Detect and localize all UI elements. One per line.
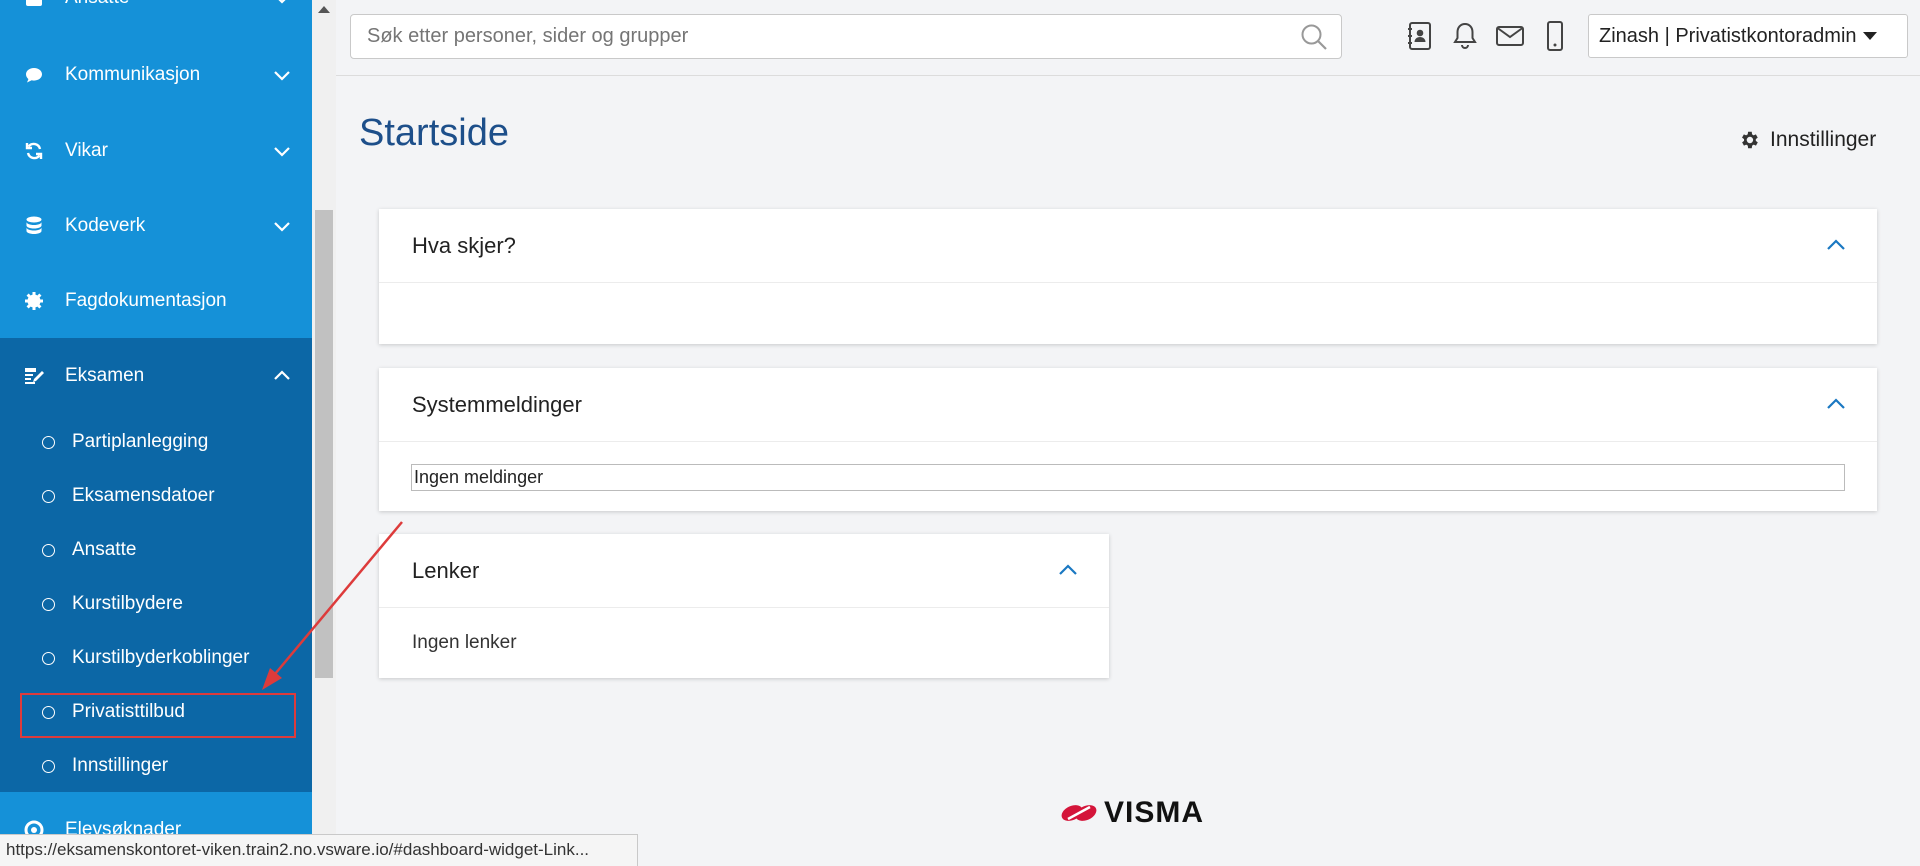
widget-hva-skjer: Hva skjer? (379, 209, 1877, 344)
contacts-book-icon[interactable] (1404, 19, 1436, 53)
search-icon[interactable] (1300, 23, 1328, 51)
circle-bullet-icon (42, 759, 55, 773)
sidebar-subitem-label: Kurstilbydere (72, 593, 183, 614)
gear-icon (1742, 131, 1758, 149)
sidebar-item-label: Eksamen (65, 364, 145, 386)
circle-bullet-icon (42, 435, 55, 449)
sidebar-subitem-partiplanlegging[interactable]: Partiplanlegging (0, 415, 312, 469)
chevron-up-icon[interactable] (1057, 562, 1079, 578)
mobile-phone-icon[interactable] (1539, 19, 1571, 53)
chevron-down-icon (274, 70, 290, 81)
circle-bullet-icon (42, 543, 55, 557)
annotation-highlight-box (20, 693, 296, 738)
search-input[interactable] (350, 14, 1342, 59)
sidebar-subitem-label: Ansatte (72, 539, 137, 560)
sidebar-item-label: Kodeverk (65, 214, 146, 236)
sidebar-item-label: Ansatte (65, 0, 129, 9)
sidebar-subitem-kurstilbydere[interactable]: Kurstilbydere (0, 577, 312, 631)
page-title: Startside (359, 112, 509, 154)
sidebar-item-eksamen[interactable]: Eksamen (0, 338, 312, 413)
circle-bullet-icon (42, 651, 55, 665)
edit-document-icon (22, 364, 46, 388)
widget-systemmeldinger: Systemmeldinger Ingen meldinger (379, 368, 1877, 511)
widget-title: Lenker (412, 558, 480, 583)
sidebar-subitem-label: Partiplanlegging (72, 431, 209, 452)
refresh-icon (22, 139, 46, 163)
sidebar-item-label: Vikar (65, 139, 108, 161)
mail-icon[interactable] (1494, 19, 1526, 53)
settings-label: Innstillinger (1770, 128, 1877, 151)
sidebar-subitem-label: Kurstilbyderkoblinger (72, 647, 250, 668)
sidebar-item-fagdokumentasjon[interactable]: Fagdokumentasjon (0, 263, 312, 338)
chevron-down-icon (278, 0, 286, 4)
sidebar-subitem-eksamensdatoer[interactable]: Eksamensdatoer (0, 469, 312, 523)
widget-header: Systemmeldinger (379, 368, 1877, 442)
circle-bullet-icon (42, 597, 55, 611)
visma-logo-text: VISMA (1104, 796, 1205, 829)
sidebar-item-kommunikasjon[interactable]: Kommunikasjon (0, 37, 312, 112)
widget-header: Lenker (379, 534, 1109, 608)
circle-bullet-icon (42, 489, 55, 503)
widget-lenker: Lenker Ingen lenker (379, 534, 1109, 678)
sidebar-item-kodeverk[interactable]: Kodeverk (0, 188, 312, 263)
chevron-up-icon[interactable] (1825, 396, 1847, 412)
sidebar-subitem-kurstilbyderkoblinger[interactable]: Kurstilbyderkoblinger (0, 631, 312, 685)
sidebar-item-label: Kommunikasjon (65, 63, 201, 85)
gear-icon (22, 289, 46, 313)
sidebar-item-label: Fagdokumentasjon (65, 289, 227, 311)
settings-button[interactable]: Innstillinger (1738, 128, 1876, 152)
sidebar-item-ansatte[interactable]: Ansatte (0, 0, 312, 35)
chevron-up-icon (274, 369, 290, 380)
sidebar-subitem-label: Eksamensdatoer (72, 485, 215, 506)
user-menu-label: Zinash | Privatistkontoradmin (1599, 24, 1857, 47)
links-empty-text: Ingen lenker (412, 632, 517, 653)
database-icon (22, 214, 46, 238)
scrollbar-thumb[interactable] (315, 210, 333, 678)
sidebar-subitem-ansatte[interactable]: Ansatte (0, 523, 312, 577)
widget-header: Hva skjer? (379, 209, 1877, 283)
chevron-down-icon (274, 146, 290, 157)
sidebar-subitem-label: Innstillinger (72, 755, 169, 776)
sidebar-scrollbar[interactable] (312, 0, 336, 866)
chat-bubble-icon (22, 63, 46, 87)
sidebar-item-vikar[interactable]: Vikar (0, 113, 312, 188)
chevron-up-icon[interactable] (1825, 237, 1847, 253)
bell-icon[interactable] (1449, 19, 1481, 53)
top-bar: Zinash | Privatistkontoradmin (336, 0, 1920, 76)
visma-logo: VISMA (1060, 796, 1204, 830)
visma-logo-mark-icon (1061, 805, 1097, 821)
caret-down-icon (1862, 32, 1877, 40)
widget-title: Hva skjer? (412, 233, 516, 258)
user-menu-dropdown[interactable]: Zinash | Privatistkontoradmin (1588, 14, 1908, 58)
id-card-icon (22, 0, 46, 10)
browser-status-url: https://eksamenskontoret-viken.train2.no… (0, 834, 638, 866)
widget-title: Systemmeldinger (412, 392, 582, 417)
sidebar: Ansatte Kommunikasjon Vikar Kodeverk Fag… (0, 0, 312, 866)
chevron-down-icon (274, 221, 290, 232)
system-message-box: Ingen meldinger (411, 464, 1845, 491)
sidebar-subitem-innstillinger[interactable]: Innstillinger (0, 739, 312, 793)
scroll-up-arrow-icon[interactable] (318, 6, 330, 13)
